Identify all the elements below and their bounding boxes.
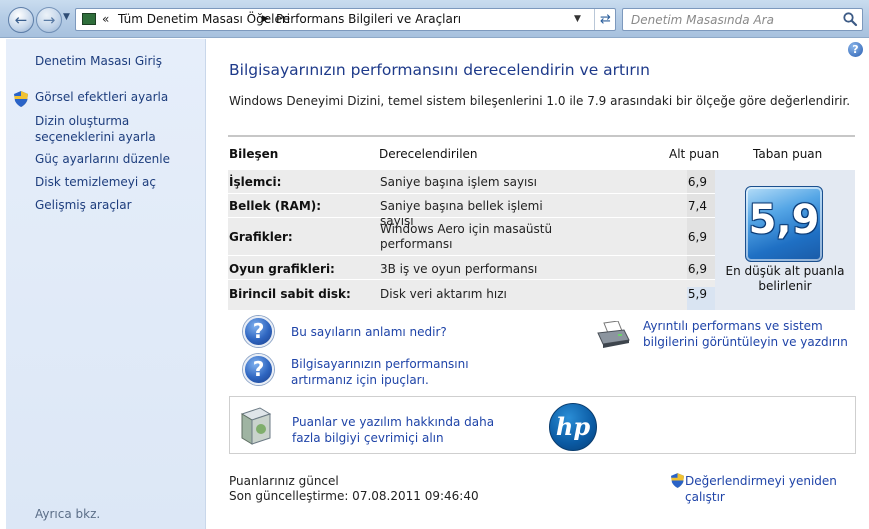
sidebar-item-indexing-options[interactable]: Dizin oluşturma seçeneklerini ayarla	[35, 113, 200, 145]
scores-current-status: Puanlarınız güncel	[229, 474, 339, 488]
row-graphics-rated: Windows Aero için masaüstü performansı	[380, 222, 553, 251]
row-gaming-graphics-rated: 3B iş ve oyun performansı	[380, 262, 538, 276]
row-memory-score: 7,4	[687, 199, 707, 213]
row-primary-disk-rated: Disk veri aktarım hızı	[380, 287, 507, 301]
address-bar[interactable]: « Tüm Denetim Masası Öğeleri ▶ Performan…	[75, 8, 616, 31]
address-dropdown-icon[interactable]: ▼	[574, 14, 581, 24]
back-button[interactable]: ←	[8, 7, 34, 33]
printer-icon	[597, 321, 630, 348]
sidebar-item-disk-cleanup[interactable]: Disk temizlemeyi aç	[35, 174, 200, 190]
what-do-numbers-mean-link[interactable]: Bu sayıların anlamı nedir?	[291, 324, 447, 340]
row-gaming-graphics-label: Oyun grafikleri:	[229, 262, 335, 276]
main-content: ? Bilgisayarınızın performansını derecel…	[207, 39, 869, 529]
row-memory-label: Bellek (RAM):	[229, 199, 322, 213]
row-graphics-score: 6,9	[687, 230, 707, 244]
row-processor-score: 6,9	[687, 175, 707, 189]
performance-tips-link[interactable]: Bilgisayarınızın performansını artırmanı…	[291, 356, 531, 388]
row-processor-label: İşlemci:	[229, 175, 282, 189]
forward-button[interactable]: →	[36, 7, 62, 33]
hp-logo[interactable]: hp	[549, 403, 597, 451]
sidebar: Denetim Masası Giriş Görsel efektleri ay…	[6, 39, 206, 529]
online-info-box: Puanlar ve yazılım hakkında daha fazla b…	[229, 396, 856, 454]
software-box-icon	[240, 407, 272, 445]
base-score-badge: 5,9	[745, 186, 823, 262]
last-update-timestamp: Son güncelleştirme: 07.08.2011 09:46:40	[229, 489, 479, 503]
column-header-basescore: Taban puan	[753, 147, 823, 161]
base-score-panel: 5,9 En düşük alt puanla belirlenir	[715, 170, 855, 310]
row-processor-rated: Saniye başına işlem sayısı	[380, 175, 537, 189]
detailed-system-info-link[interactable]: Ayrıntılı performans ve sistem bilgileri…	[643, 318, 863, 350]
help-question-icon: ?	[243, 316, 274, 347]
column-header-rated: Derecelendirilen	[379, 147, 478, 161]
breadcrumb-separator-icon[interactable]: ▶	[262, 14, 269, 24]
score-rows: İşlemci: Saniye başına işlem sayısı 6,9 …	[228, 170, 715, 310]
score-table: Bileşen Derecelendirilen Alt puan Taban …	[228, 135, 855, 310]
see-also-heading: Ayrıca bkz.	[35, 507, 101, 521]
tips-question-icon: ?	[243, 354, 274, 385]
search-input[interactable]: Denetim Masasında Ara	[631, 13, 774, 27]
row-primary-disk-label: Birincil sabit disk:	[229, 287, 351, 301]
recent-pages-dropdown-icon[interactable]: ▼	[63, 12, 70, 22]
sidebar-item-power-settings[interactable]: Güç ayarlarını düzenle	[35, 151, 200, 167]
breadcrumb-overflow-icon[interactable]: «	[102, 12, 109, 26]
uac-shield-icon	[14, 91, 28, 107]
search-icon[interactable]	[842, 11, 858, 27]
sidebar-item-advanced-tools[interactable]: Gelişmiş araçlar	[35, 197, 200, 213]
rerun-assessment-link[interactable]: Değerlendirmeyi yeniden çalıştır	[685, 473, 869, 505]
sidebar-item-control-panel-home[interactable]: Denetim Masası Giriş	[35, 53, 200, 69]
row-graphics-label: Grafikler:	[229, 230, 293, 244]
uac-shield-icon	[671, 473, 684, 488]
base-score-value: 5,9	[748, 197, 820, 243]
help-icon[interactable]: ?	[848, 42, 863, 57]
page-description: Windows Deneyimi Dizini, temel sistem bi…	[229, 94, 851, 108]
base-score-caption: En düşük alt puanla belirlenir	[725, 264, 845, 293]
row-primary-disk-score: 5,9	[687, 287, 707, 301]
online-info-link[interactable]: Puanlar ve yazılım hakkında daha fazla b…	[292, 414, 522, 446]
refresh-icon[interactable]: ⇄	[594, 9, 616, 30]
sidebar-item-visual-effects[interactable]: Görsel efektleri ayarla	[35, 89, 200, 105]
row-gaming-graphics-score: 6,9	[687, 262, 707, 276]
control-panel-icon	[82, 13, 96, 25]
column-header-subscore: Alt puan	[669, 147, 720, 161]
breadcrumb-performance-tools[interactable]: Performans Bilgileri ve Araçları	[276, 12, 461, 26]
page-title: Bilgisayarınızın performansını derecelen…	[229, 61, 650, 79]
search-box[interactable]: Denetim Masasında Ara	[622, 8, 863, 31]
column-header-component: Bileşen	[229, 147, 279, 161]
address-toolbar: ← → ▼ « Tüm Denetim Masası Öğeleri ▶ Per…	[0, 0, 869, 38]
